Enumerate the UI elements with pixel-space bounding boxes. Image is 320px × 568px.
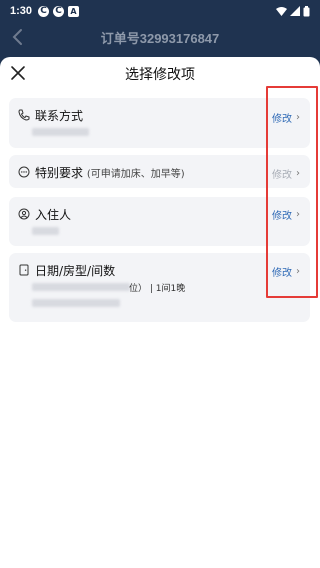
status-time: 1:30 <box>10 5 33 17</box>
guests-label: 入住人 <box>35 208 72 222</box>
guest-name-redacted <box>32 227 59 235</box>
edit-stay-details-link[interactable]: 修改 › <box>272 264 300 279</box>
notification-icon: C <box>38 5 50 17</box>
door-icon <box>19 264 29 276</box>
status-right-icons <box>276 5 310 17</box>
phone-icon <box>18 109 30 121</box>
special-requests-label: 特别要求 (可申请加床、加早等) <box>35 164 185 181</box>
stay-details-summary: 位） | 1间1晚 <box>129 284 186 294</box>
edit-guests-label: 修改 <box>272 211 292 222</box>
edit-guests-link[interactable]: 修改 › <box>272 207 300 222</box>
app-header: 订单号32993176847 <box>0 22 320 52</box>
room-type-redacted <box>32 299 120 307</box>
contact-value-redacted <box>32 128 89 136</box>
special-requests-title: 特别要求 <box>35 166 84 180</box>
modify-options-sheet: 选择修改项 联系方式 特别要求 (可申请加床、加早等) 入住人 日期/房型/间数… <box>0 57 320 568</box>
chevron-right-icon: › <box>296 112 300 123</box>
stay-details-label: 日期/房型/间数 <box>35 264 116 278</box>
card-special-requests: 特别要求 (可申请加床、加早等) <box>9 155 310 188</box>
notification-icon: C <box>53 5 65 17</box>
edit-contact-label: 修改 <box>272 114 292 125</box>
card-guests: 入住人 <box>9 197 310 246</box>
signal-icon <box>290 6 300 16</box>
person-icon <box>18 208 30 220</box>
app-icon: A <box>68 5 80 17</box>
contact-label: 联系方式 <box>35 109 84 123</box>
status-bar: 1:30 C C A <box>0 0 320 22</box>
chat-bubble-icon <box>18 166 30 178</box>
edit-special-requests-link[interactable]: 修改 › <box>272 166 300 181</box>
stay-dates-redacted <box>32 283 130 291</box>
back-icon[interactable] <box>10 28 26 46</box>
wifi-icon <box>276 7 287 16</box>
edit-contact-link[interactable]: 修改 › <box>272 110 300 125</box>
card-contact: 联系方式 <box>9 98 310 148</box>
card-stay-details: 日期/房型/间数 位） | 1间1晚 <box>9 253 310 322</box>
edit-special-requests-label: 修改 <box>272 170 292 181</box>
chevron-right-icon: › <box>296 209 300 220</box>
sheet-title: 选择修改项 <box>125 67 195 83</box>
edit-stay-details-label: 修改 <box>272 268 292 279</box>
battery-icon <box>303 5 310 16</box>
chevron-right-icon: › <box>296 266 300 277</box>
order-number-title: 订单号32993176847 <box>100 30 220 46</box>
special-requests-hint: (可申请加床、加早等) <box>86 169 185 180</box>
chevron-right-icon: › <box>296 168 300 179</box>
